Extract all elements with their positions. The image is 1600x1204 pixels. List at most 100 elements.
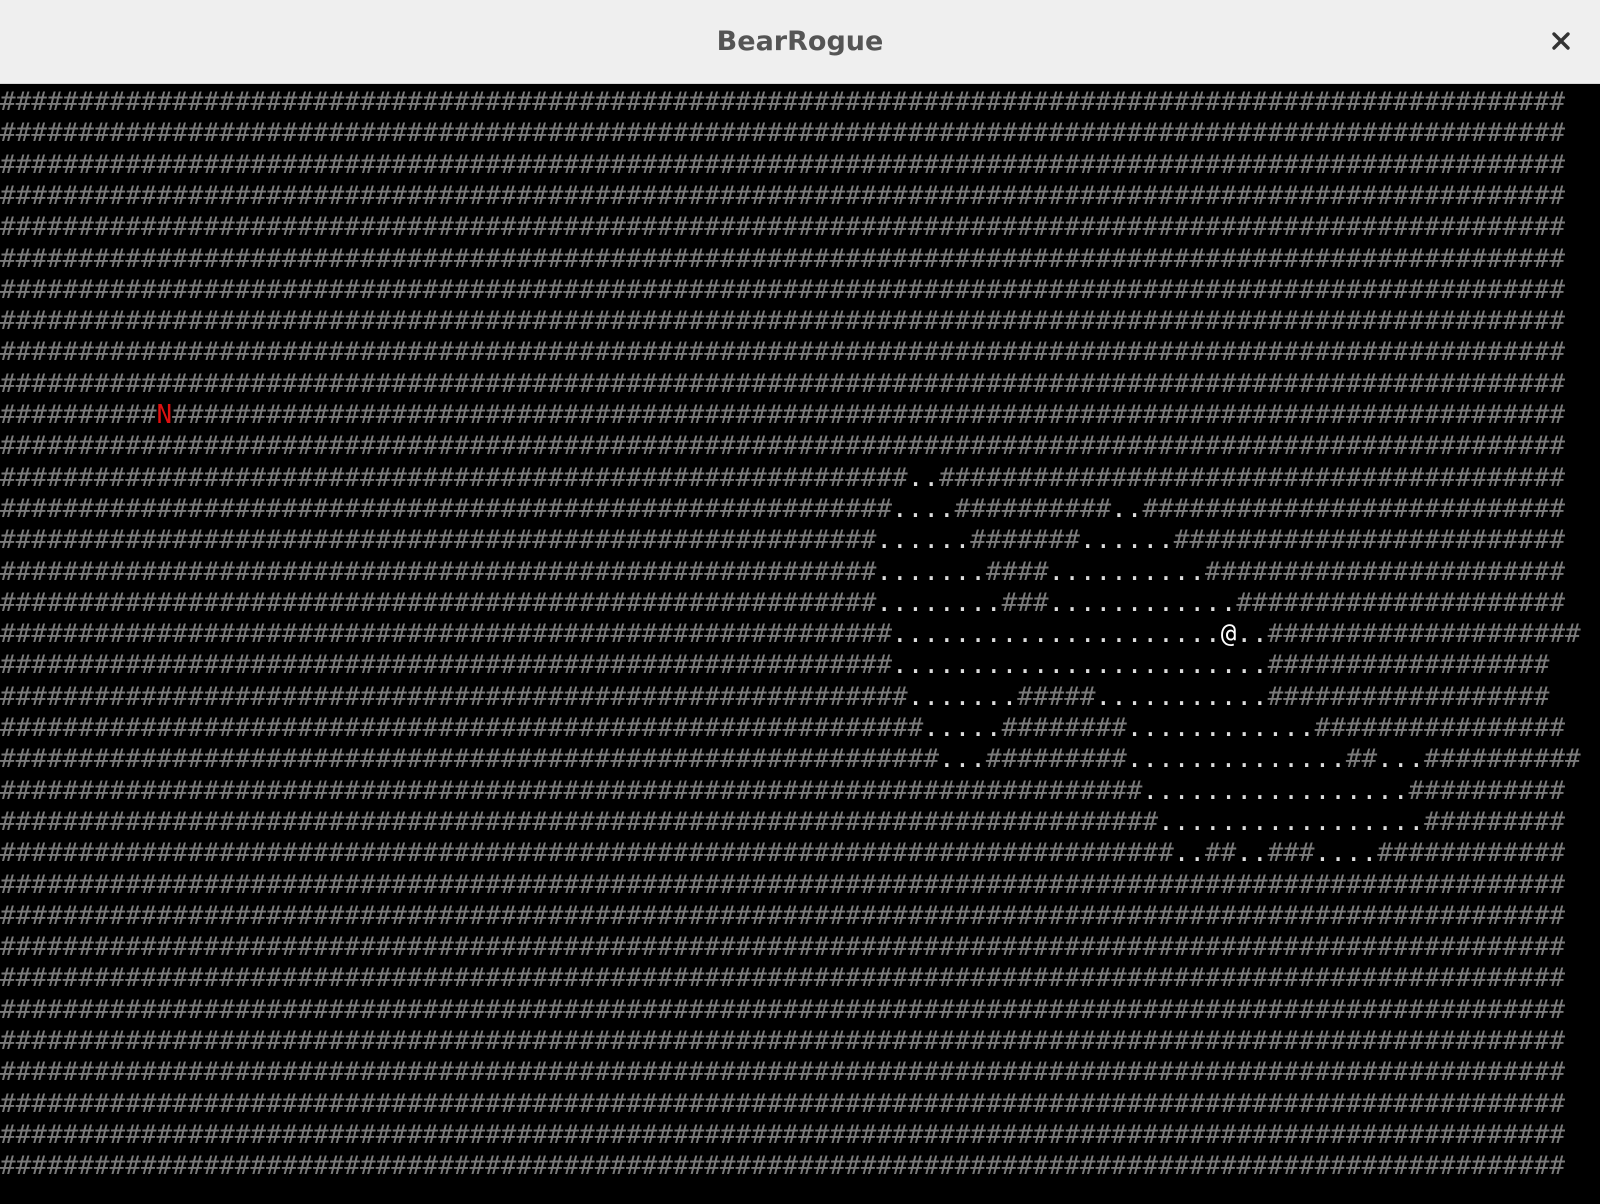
map-row: ########################################… bbox=[0, 86, 1565, 118]
floor-tiles: .. bbox=[1173, 838, 1206, 869]
wall-tiles: ########################################… bbox=[0, 243, 1565, 274]
floor-tiles: ............ bbox=[1126, 713, 1315, 743]
map-row: ########################################… bbox=[0, 649, 1549, 681]
wall-tiles: ########################################… bbox=[0, 274, 1565, 305]
wall-tiles: ########################################… bbox=[0, 900, 1565, 931]
wall-tiles: ######################### bbox=[1173, 525, 1565, 556]
wall-tiles: ########################################… bbox=[0, 525, 877, 556]
wall-tiles: ####################### bbox=[1205, 556, 1565, 587]
map-row: ########################################… bbox=[0, 869, 1565, 901]
wall-tiles: ## bbox=[1345, 744, 1378, 775]
wall-tiles: ########################################… bbox=[0, 1088, 1565, 1119]
map-row: ########################################… bbox=[0, 994, 1565, 1026]
wall-tiles: #### bbox=[985, 556, 1049, 587]
wall-tiles: ########################################… bbox=[0, 619, 893, 650]
floor-tiles: ..... bbox=[923, 713, 1002, 743]
wall-tiles: ########################################… bbox=[0, 87, 1565, 117]
map-row: ########################################… bbox=[0, 243, 1565, 275]
wall-tiles: ########################################… bbox=[0, 306, 1565, 337]
floor-tiles: .. bbox=[1236, 838, 1268, 869]
wall-tiles: ##################### bbox=[1236, 587, 1565, 618]
wall-tiles: ########################################… bbox=[0, 180, 1565, 211]
wall-tiles: ############ bbox=[1377, 838, 1565, 869]
wall-tiles: ########## bbox=[1408, 775, 1565, 806]
wall-tiles: ### bbox=[1267, 838, 1315, 869]
map-row: ########################################… bbox=[0, 775, 1565, 807]
floor-tiles: .... bbox=[1314, 838, 1378, 869]
floor-tiles: ............ bbox=[1048, 587, 1237, 618]
wall-tiles: ########################################… bbox=[0, 932, 1565, 963]
wall-tiles: ########################################… bbox=[0, 869, 1565, 900]
wall-tiles: ## bbox=[1205, 838, 1237, 869]
map-row: ########################################… bbox=[0, 712, 1565, 744]
map-row: ########################################… bbox=[0, 900, 1565, 932]
wall-tiles: ########################################… bbox=[0, 650, 893, 681]
wall-tiles: ########################################… bbox=[0, 1151, 1565, 1182]
floor-tiles: .. bbox=[1111, 493, 1143, 524]
wall-tiles: ######### bbox=[1424, 806, 1565, 837]
wall-tiles: ########################################… bbox=[0, 806, 1159, 837]
wall-tiles: ########## bbox=[0, 400, 157, 430]
wall-tiles: ########################################… bbox=[0, 212, 1565, 243]
floor-tiles: ..................... bbox=[892, 619, 1221, 650]
map-row: ########################################… bbox=[0, 556, 1565, 588]
wall-tiles: ######## bbox=[1001, 713, 1127, 743]
map-row: ########################################… bbox=[0, 1119, 1565, 1151]
wall-tiles: ########################################… bbox=[0, 149, 1565, 180]
wall-tiles: ########################################… bbox=[0, 1026, 1565, 1056]
map-row: ########################################… bbox=[0, 587, 1565, 619]
wall-tiles: ########################################… bbox=[0, 1057, 1565, 1088]
wall-tiles: ########################################… bbox=[172, 400, 1566, 430]
wall-tiles: ########################################… bbox=[0, 775, 1143, 806]
wall-tiles: ########################### bbox=[1142, 493, 1565, 524]
wall-tiles: ################ bbox=[1314, 713, 1565, 743]
wall-tiles: ########## bbox=[1424, 744, 1581, 775]
wall-tiles: ########################################… bbox=[0, 744, 939, 775]
floor-tiles: .... bbox=[892, 493, 955, 524]
floor-tiles: ... bbox=[938, 744, 986, 775]
player-character: @ bbox=[1220, 619, 1237, 650]
floor-tiles: .......... bbox=[1048, 556, 1206, 587]
map-row: ########################################… bbox=[0, 305, 1565, 337]
map-row: ########################################… bbox=[0, 931, 1565, 963]
wall-tiles: ########################################… bbox=[0, 118, 1565, 149]
wall-tiles: ########################################… bbox=[0, 838, 1174, 869]
dungeon-map[interactable]: ########################################… bbox=[0, 84, 1600, 1204]
floor-tiles: .............. bbox=[1126, 744, 1346, 775]
map-row: ########################################… bbox=[0, 524, 1565, 556]
wall-tiles: ######### bbox=[985, 744, 1127, 775]
floor-tiles: ....... bbox=[907, 681, 1018, 712]
close-icon bbox=[1552, 32, 1570, 50]
floor-tiles: ........... bbox=[1095, 681, 1268, 712]
wall-tiles: ################## bbox=[1267, 681, 1550, 712]
floor-tiles: ...... bbox=[876, 525, 971, 556]
wall-tiles: ########################################… bbox=[0, 368, 1565, 399]
map-row: ########################################… bbox=[0, 430, 1565, 462]
wall-tiles: ##### bbox=[1017, 681, 1096, 712]
wall-tiles: ################## bbox=[1267, 650, 1550, 681]
map-row: ########################################… bbox=[0, 1025, 1565, 1057]
map-row: ########################################… bbox=[0, 1150, 1565, 1182]
map-row: ########################################… bbox=[0, 180, 1565, 212]
floor-tiles: ................. bbox=[1158, 806, 1425, 837]
map-row: ########################################… bbox=[0, 493, 1565, 525]
map-row: ########################################… bbox=[0, 1056, 1565, 1088]
wall-tiles: ########################################… bbox=[0, 963, 1565, 994]
floor-tiles: ........ bbox=[876, 587, 1002, 618]
map-row: ########################################… bbox=[0, 211, 1565, 243]
map-row: ########################################… bbox=[0, 681, 1549, 713]
monster: N bbox=[156, 400, 173, 430]
wall-tiles: ########################################… bbox=[0, 1119, 1565, 1150]
map-row: ########################################… bbox=[0, 962, 1565, 994]
wall-tiles: ########################################… bbox=[0, 462, 908, 493]
close-button[interactable] bbox=[1544, 24, 1578, 58]
wall-tiles: ########################################… bbox=[0, 587, 877, 618]
floor-tiles: ...... bbox=[1079, 525, 1174, 556]
floor-tiles: .. bbox=[1236, 619, 1268, 650]
wall-tiles: ######################################## bbox=[939, 462, 1565, 493]
wall-tiles: ########## bbox=[954, 493, 1112, 524]
title-bar: BearRogue bbox=[0, 0, 1600, 84]
map-row: ########################################… bbox=[0, 274, 1565, 306]
wall-tiles: ### bbox=[1001, 587, 1049, 618]
map-row: ########################################… bbox=[0, 618, 1581, 650]
